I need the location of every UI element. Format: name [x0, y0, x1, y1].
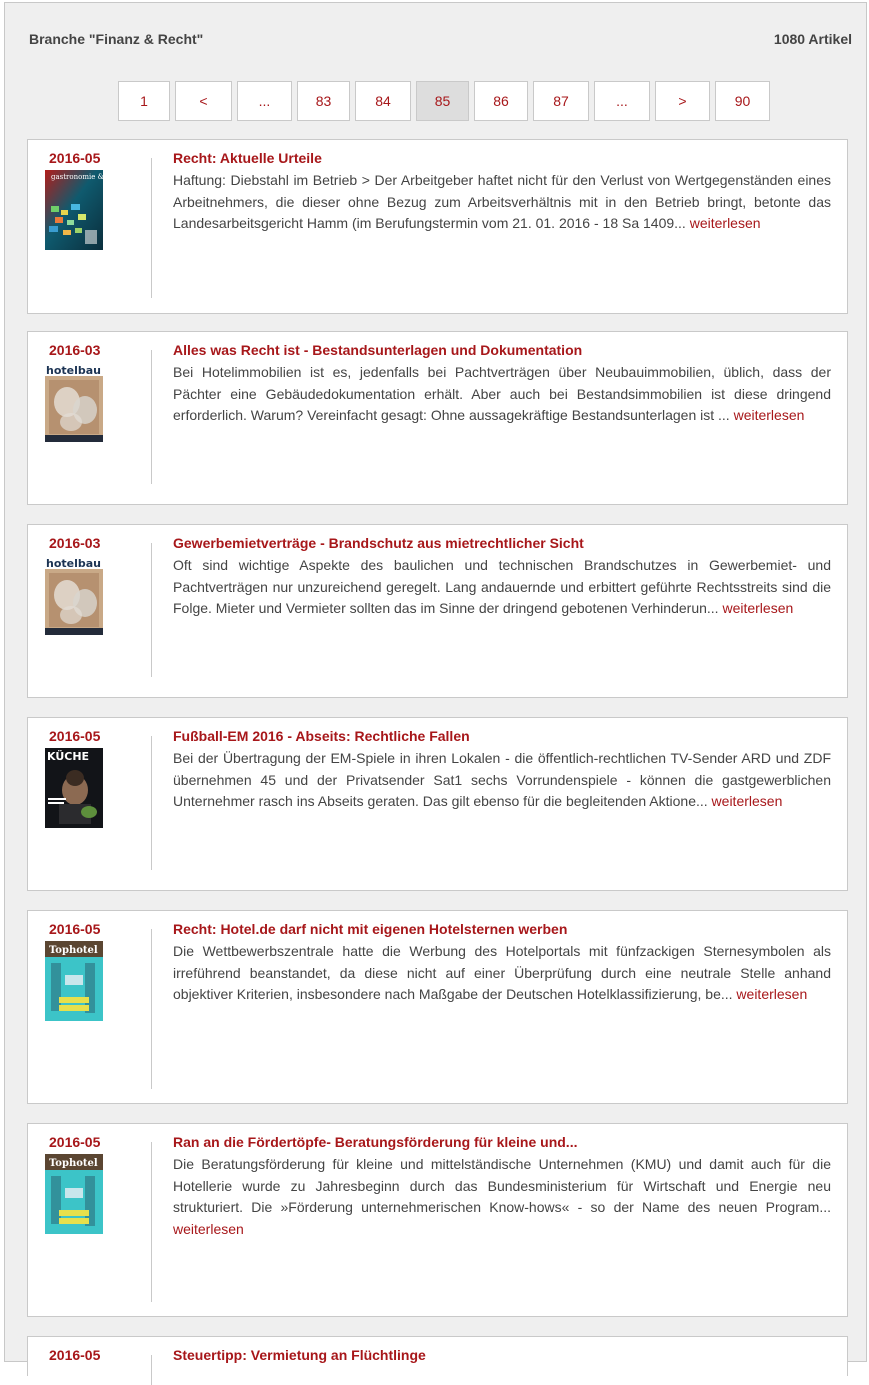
divider: [151, 1355, 152, 1385]
article-title-link[interactable]: Steuertipp: Vermietung an Flüchtlinge: [173, 1347, 426, 1363]
article-teaser: Oft sind wichtige Aspekte des baulichen …: [173, 555, 831, 620]
divider: [151, 350, 152, 484]
article-teaser: Bei der Übertragung der EM-Spiele in ihr…: [173, 748, 831, 813]
article-title-link[interactable]: Recht: Hotel.de darf nicht mit eigenen H…: [173, 921, 567, 937]
divider: [151, 543, 152, 677]
article-teaser: Bei Hotelimmobilien ist es, jedenfalls b…: [173, 362, 831, 427]
page-link-84[interactable]: 84: [355, 81, 411, 121]
svg-text:KÜCHE: KÜCHE: [47, 749, 89, 763]
article-date: 2016-05: [49, 1134, 101, 1150]
svg-text:hotelbau: hotelbau: [46, 557, 101, 570]
read-more-link[interactable]: weiterlesen: [712, 793, 783, 809]
page-ellipsis-right[interactable]: ...: [594, 81, 650, 121]
svg-text:Tophotel: Tophotel: [49, 945, 98, 956]
article-teaser: Die Beratungsförderung für kleine und mi…: [173, 1154, 831, 1240]
article-title-link[interactable]: Fußball-EM 2016 - Abseits: Rechtliche Fa…: [173, 728, 470, 744]
divider: [151, 1142, 152, 1302]
article-teaser: Haftung: Diebstahl im Betrieb > Der Arbe…: [173, 170, 831, 235]
article-card: 2016-05 KÜCHE Fußball-EM 2016 - Abseits:…: [27, 717, 848, 891]
page-link-86[interactable]: 86: [474, 81, 528, 121]
read-more-link[interactable]: weiterlesen: [736, 986, 807, 1002]
page-next-button[interactable]: >: [655, 81, 710, 121]
svg-text:gastronomie & hotellerie: gastronomie & hotellerie: [51, 173, 103, 181]
article-teaser: Die Wettbewerbszentrale hatte die Werbun…: [173, 941, 831, 1006]
article-card: 2016-03 hotelbau Alles was Recht ist - B…: [27, 331, 848, 505]
article-date: 2016-05: [49, 728, 101, 744]
page-link-87[interactable]: 87: [533, 81, 589, 121]
article-card: 2016-05 Tophotel Ran an die Fördertöpfe-…: [27, 1123, 848, 1317]
article-date: 2016-03: [49, 342, 101, 358]
divider: [151, 929, 152, 1089]
article-date: 2016-03: [49, 535, 101, 551]
article-teaser-text: Bei Hotelimmobilien ist es, jedenfalls b…: [173, 364, 831, 423]
page-link-1[interactable]: 1: [118, 81, 170, 121]
article-teaser-text: Die Beratungsförderung für kleine und mi…: [173, 1156, 831, 1215]
magazine-cover-image[interactable]: KÜCHE: [45, 748, 103, 828]
article-teaser-text: Die Wettbewerbszentrale hatte die Werbun…: [173, 943, 831, 1002]
page-link-85-current[interactable]: 85: [416, 81, 469, 121]
page-link-83[interactable]: 83: [297, 81, 350, 121]
divider: [151, 158, 152, 298]
svg-text:hotelbau: hotelbau: [46, 364, 101, 377]
magazine-cover-image[interactable]: hotelbau: [45, 362, 103, 442]
article-card: 2016-03 hotelbau Gewerbemietverträge - B…: [27, 524, 848, 698]
magazine-cover-image[interactable]: hotelbau: [45, 555, 103, 635]
page-link-90[interactable]: 90: [715, 81, 770, 121]
divider: [151, 736, 152, 870]
read-more-link[interactable]: weiterlesen: [722, 600, 793, 616]
article-title-link[interactable]: Alles was Recht ist - Bestandsunterlagen…: [173, 342, 582, 358]
article-card: 2016-05 Steuertipp: Vermietung an Flücht…: [27, 1336, 848, 1385]
article-card: 2016-05 Tophotel Recht: Hotel.de darf ni…: [27, 910, 848, 1104]
article-date: 2016-05: [49, 150, 101, 166]
read-more-link[interactable]: weiterlesen: [734, 407, 805, 423]
page-ellipsis-left[interactable]: ...: [237, 81, 292, 121]
article-card: 2016-05 gastronomie & hotellerie: [27, 139, 848, 314]
article-date: 2016-05: [49, 1347, 101, 1363]
article-count: 1080 Artikel: [773, 31, 852, 47]
magazine-cover-image[interactable]: gastronomie & hotellerie: [45, 170, 103, 250]
branch-title: Branche "Finanz & Recht": [29, 31, 204, 47]
article-title-link[interactable]: Gewerbemietverträge - Brandschutz aus mi…: [173, 535, 584, 551]
magazine-cover-image[interactable]: Tophotel: [45, 941, 103, 1021]
article-title-link[interactable]: Ran an die Fördertöpfe- Beratungsförderu…: [173, 1134, 577, 1150]
article-date: 2016-05: [49, 921, 101, 937]
read-more-link[interactable]: weiterlesen: [173, 1221, 244, 1237]
page-prev-button[interactable]: <: [175, 81, 232, 121]
svg-text:Tophotel: Tophotel: [49, 1158, 98, 1169]
magazine-cover-image[interactable]: Tophotel: [45, 1154, 103, 1234]
article-title-link[interactable]: Recht: Aktuelle Urteile: [173, 150, 322, 166]
read-more-link[interactable]: weiterlesen: [690, 215, 761, 231]
